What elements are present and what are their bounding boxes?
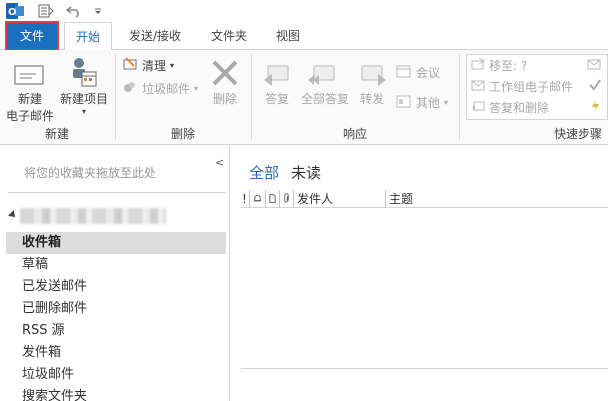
to-manager-icon[interactable] bbox=[587, 57, 601, 74]
tab-home[interactable]: 开始 bbox=[64, 22, 112, 51]
quick-step-team-email[interactable]: 工作组电子邮件 bbox=[471, 78, 573, 95]
junk-button[interactable]: 垃圾邮件 ▾ bbox=[122, 79, 198, 98]
dropdown-arrow-icon: ▾ bbox=[444, 98, 449, 107]
message-list-pane: 全部 未读 ! 发件人 主题 bbox=[231, 146, 608, 401]
new-email-button[interactable]: 新建 电子邮件 bbox=[0, 90, 60, 124]
collapse-pane-icon[interactable]: < bbox=[215, 156, 224, 169]
reply-all-icon[interactable] bbox=[308, 58, 338, 88]
meeting-icon bbox=[396, 64, 412, 81]
tab-folder[interactable]: 文件夹 bbox=[200, 22, 258, 50]
favorites-hint: 将您的收藏夹拖放至此处 bbox=[24, 166, 157, 180]
reply-delete-icon bbox=[471, 99, 485, 116]
quick-step-move-to[interactable]: 移至: ? bbox=[471, 57, 527, 74]
more-respond-icon bbox=[396, 94, 412, 111]
column-from[interactable]: 发件人 bbox=[294, 189, 386, 208]
send-receive-icon[interactable] bbox=[36, 2, 56, 20]
folder-inbox[interactable]: 收件箱 bbox=[6, 232, 226, 254]
undo-icon[interactable] bbox=[64, 2, 84, 20]
column-importance[interactable]: ! bbox=[241, 189, 250, 208]
reminder-bell-icon[interactable] bbox=[250, 189, 266, 208]
item-type-icon[interactable] bbox=[266, 189, 280, 208]
quick-step-reply-delete[interactable]: 答复和删除 bbox=[471, 99, 549, 116]
folder-deleted[interactable]: 已删除邮件 bbox=[6, 298, 226, 320]
quick-steps-gallery: 移至: ? 工作组电子邮件 答复和删除 bbox=[466, 54, 608, 120]
column-subject[interactable]: 主题 bbox=[386, 190, 608, 208]
folder-outbox[interactable]: 发件箱 bbox=[6, 342, 226, 364]
filter-all[interactable]: 全部 bbox=[249, 162, 279, 183]
folder-sent[interactable]: 已发送邮件 bbox=[6, 276, 226, 298]
attachment-icon[interactable] bbox=[280, 189, 294, 208]
group-label-delete: 删除 bbox=[170, 127, 195, 141]
new-email-icon[interactable] bbox=[14, 62, 46, 88]
dropdown-arrow-icon: ▾ bbox=[81, 107, 86, 116]
message-list-header: ! 发件人 主题 bbox=[241, 189, 608, 208]
move-to-icon bbox=[471, 57, 485, 74]
tab-send-receive[interactable]: 发送/接收 bbox=[118, 22, 192, 50]
done-check-icon[interactable] bbox=[589, 78, 601, 95]
group-label-respond: 响应 bbox=[342, 127, 367, 141]
new-items-icon[interactable] bbox=[68, 56, 100, 90]
team-email-icon bbox=[471, 78, 485, 95]
divider bbox=[8, 192, 226, 193]
clean-up-icon bbox=[122, 56, 138, 75]
forward-button[interactable]: 转发 bbox=[354, 90, 390, 107]
account-name-blurred[interactable] bbox=[20, 208, 166, 224]
outlook-logo-icon[interactable]: O bbox=[4, 2, 26, 20]
junk-label: 垃圾邮件 bbox=[142, 82, 191, 96]
more-respond-label: 其他 bbox=[416, 96, 441, 110]
folder-junk[interactable]: 垃圾邮件 bbox=[6, 364, 226, 386]
forward-icon[interactable] bbox=[358, 58, 388, 88]
new-items-label: 新建项目 bbox=[59, 92, 108, 106]
reply-delete-label: 答复和删除 bbox=[489, 101, 550, 115]
meeting-label: 会议 bbox=[416, 66, 441, 80]
meeting-button[interactable]: 会议 bbox=[396, 64, 440, 81]
create-new-icon[interactable] bbox=[589, 99, 601, 116]
dropdown-arrow-icon: ▾ bbox=[170, 61, 175, 70]
junk-icon bbox=[122, 79, 138, 98]
group-label-new: 新建 bbox=[44, 127, 69, 141]
folder-search[interactable]: 搜索文件夹 bbox=[6, 386, 226, 401]
reply-icon[interactable] bbox=[262, 58, 292, 88]
group-label-quick-steps: 快速步骤 bbox=[554, 127, 603, 141]
list-bottom-divider bbox=[241, 368, 608, 369]
reply-button[interactable]: 答复 bbox=[258, 90, 296, 107]
folder-pane: < 将您的收藏夹拖放至此处 收件箱 草稿 已发送邮件 已删除邮件 RSS 源 发… bbox=[0, 146, 230, 401]
team-email-label: 工作组电子邮件 bbox=[489, 80, 574, 94]
ribbon: 新建 电子邮件 新建项目 ▾ 新建 清理 ▾ 垃圾邮件 ▾ 删除 删除 答复 全… bbox=[0, 50, 608, 145]
ribbon-tabs: 文件 开始 发送/接收 文件夹 视图 bbox=[0, 21, 608, 51]
new-email-label-2: 电子邮件 bbox=[5, 109, 54, 123]
dropdown-arrow-icon: ▾ bbox=[194, 84, 199, 93]
folder-rss[interactable]: RSS 源 bbox=[6, 320, 226, 342]
clean-up-label: 清理 bbox=[142, 59, 167, 73]
move-to-label: 移至: ? bbox=[489, 59, 528, 73]
expand-account-icon[interactable] bbox=[8, 210, 18, 220]
title-bar: O bbox=[0, 0, 608, 22]
new-email-label-1: 新建 bbox=[17, 92, 42, 106]
more-respond-button[interactable]: 其他 ▾ bbox=[396, 94, 448, 111]
delete-button[interactable]: 删除 bbox=[205, 90, 245, 107]
clean-up-button[interactable]: 清理 ▾ bbox=[122, 56, 174, 75]
customize-quick-access-icon[interactable] bbox=[92, 2, 104, 20]
new-items-button[interactable]: 新建项目 ▾ bbox=[56, 90, 112, 116]
group-divider bbox=[459, 54, 460, 140]
tab-file[interactable]: 文件 bbox=[5, 21, 59, 51]
folder-drafts[interactable]: 草稿 bbox=[6, 254, 226, 276]
filter-unread[interactable]: 未读 bbox=[291, 162, 321, 183]
reply-all-button[interactable]: 全部答复 bbox=[298, 90, 352, 107]
delete-icon[interactable] bbox=[210, 58, 240, 88]
svg-text:O: O bbox=[8, 7, 17, 18]
tab-view[interactable]: 视图 bbox=[266, 22, 310, 50]
